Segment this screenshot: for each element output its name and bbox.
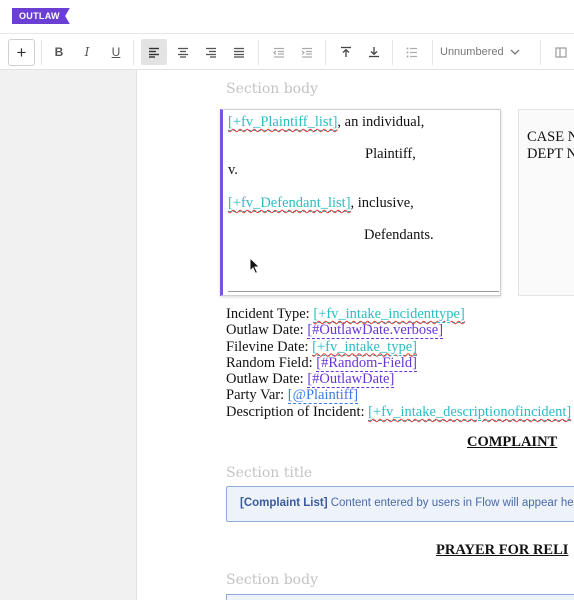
field-row: Incident Type: [+fv_intake_incidenttype] — [226, 306, 571, 323]
align-justify-icon — [234, 47, 244, 58]
defendant-role: Defendants. — [364, 227, 434, 243]
section-body-label: Section body — [226, 81, 318, 97]
merge-field[interactable]: [#OutlawDate.verbose] — [307, 322, 444, 340]
bullet-list-button[interactable] — [399, 39, 425, 65]
toolbar-divider — [392, 40, 393, 65]
section-body-block[interactable] — [226, 594, 574, 600]
field-label: Description of Incident: — [226, 403, 369, 420]
field-row: Outlaw Date: [#OutlawDate] — [226, 371, 571, 389]
merge-field[interactable]: [+fv_intake_descriptionofincident] — [368, 403, 572, 421]
field-label: Filevine Date: — [226, 338, 313, 355]
indent-icon — [301, 47, 312, 58]
caption-case-cell[interactable]: CASE N DEPT N — [518, 109, 574, 296]
move-down-button[interactable] — [361, 39, 387, 65]
document-canvas: Section body [+fv_Plaintiff_list], an in… — [138, 70, 574, 600]
field-label: Outlaw Date: — [226, 322, 308, 339]
merge-field[interactable]: [#Random-Field] — [316, 354, 417, 372]
columns-icon — [555, 46, 567, 58]
indent-button[interactable] — [294, 39, 320, 65]
arrow-up-to-line-icon — [341, 46, 351, 57]
plaintiff-merge-field[interactable]: [+fv_Plaintiff_list] — [228, 114, 338, 131]
complaint-list-name: [Complaint List] — [240, 497, 328, 509]
prayer-heading: PRAYER FOR RELI — [436, 542, 569, 558]
section-title-label: Section title — [226, 465, 313, 481]
merge-field[interactable]: [#OutlawDate] — [307, 371, 395, 389]
outline-sidebar — [0, 70, 137, 600]
align-right-icon — [206, 47, 216, 58]
field-label: Party Var: — [226, 387, 288, 404]
merge-field[interactable]: [+fv_intake_incidenttype] — [313, 306, 465, 323]
align-left-button[interactable] — [141, 39, 167, 65]
field-label: Outlaw Date: — [226, 371, 308, 388]
layout-button[interactable] — [548, 39, 574, 65]
field-label: Random Field: — [226, 354, 317, 371]
toolbar-divider — [133, 40, 134, 65]
align-center-button[interactable] — [170, 39, 196, 65]
versus-text: v. — [228, 162, 238, 178]
list-icon — [406, 47, 417, 57]
outdent-icon — [273, 47, 284, 58]
mouse-cursor-icon — [249, 257, 261, 275]
align-left-icon — [149, 47, 159, 58]
outlaw-logo[interactable]: OUTLAW — [12, 8, 70, 24]
toolbar-divider — [258, 40, 259, 65]
section-body-label-2: Section body — [226, 572, 318, 588]
field-label: Incident Type: — [226, 306, 314, 322]
defendant-line: [+fv_Defendant_list], inclusive, — [228, 195, 414, 212]
editor-toolbar: + B I U Unnumbered — [0, 33, 574, 70]
toolbar-divider — [41, 40, 42, 65]
caption-inner: [+fv_Plaintiff_list], an individual, Pla… — [228, 110, 499, 292]
toolbar-divider — [432, 40, 433, 65]
italic-button[interactable]: I — [74, 39, 100, 65]
plaintiff-role: Plaintiff, — [365, 146, 416, 162]
field-list: Incident Type: [+fv_intake_incidenttype]… — [226, 306, 572, 421]
field-row: Description of Incident: [+fv_intake_des… — [226, 403, 572, 421]
plaintiff-line: [+fv_Plaintiff_list], an individual, — [228, 114, 424, 131]
merge-field[interactable]: [+fv_intake_type] — [312, 338, 417, 356]
align-center-icon — [178, 47, 188, 58]
justify-button[interactable] — [226, 39, 252, 65]
defendant-suffix: , inclusive, — [350, 195, 414, 211]
merge-field[interactable]: [@Plaintiff] — [287, 387, 359, 405]
defendant-merge-field[interactable]: [+fv_Defendant_list] — [228, 195, 351, 212]
toolbar-divider — [540, 40, 541, 65]
arrow-down-to-line-icon — [369, 47, 379, 58]
complaint-list-block[interactable]: [Complaint List] Content entered by user… — [226, 486, 574, 522]
field-row: Party Var: [@Plaintiff] — [226, 387, 571, 405]
move-up-button[interactable] — [333, 39, 359, 65]
underline-button[interactable]: U — [103, 39, 129, 65]
complaint-list-text: Content entered by users in Flow will ap… — [327, 497, 574, 509]
plaintiff-suffix: , an individual, — [337, 114, 425, 130]
list-style-dropdown[interactable]: Unnumbered — [440, 39, 520, 65]
app-header: OUTLAW — [0, 0, 574, 33]
bold-button[interactable]: B — [46, 39, 72, 65]
outdent-button[interactable] — [266, 39, 292, 65]
field-row: Random Field: [#Random-Field] — [226, 354, 571, 372]
list-style-value: Unnumbered — [440, 46, 504, 58]
field-row: Filevine Date: [+fv_intake_type] — [226, 338, 571, 356]
field-row: Outlaw Date: [#OutlawDate.verbose] — [226, 322, 571, 340]
align-right-button[interactable] — [198, 39, 224, 65]
caption-plaintiff-cell[interactable]: [+fv_Plaintiff_list], an individual, Pla… — [220, 109, 501, 296]
case-number-label: CASE N — [527, 129, 574, 145]
add-block-button[interactable]: + — [8, 39, 35, 66]
chevron-down-icon — [510, 49, 520, 55]
dept-label: DEPT N — [527, 146, 574, 162]
complaint-heading: COMPLAINT — [467, 434, 558, 450]
toolbar-divider — [325, 40, 326, 65]
